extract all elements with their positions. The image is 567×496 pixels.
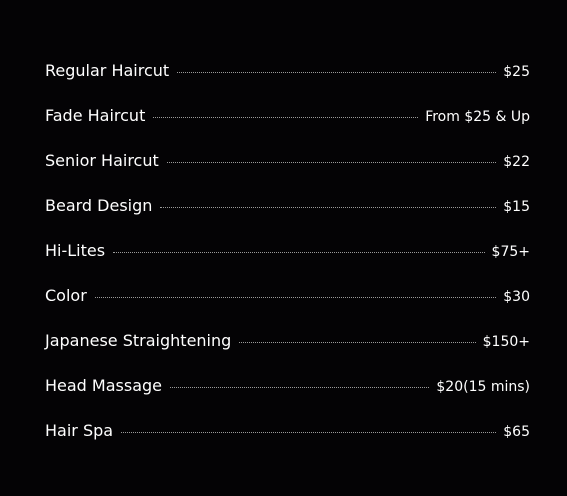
leader-dots bbox=[153, 116, 419, 118]
price-row-beard-design: Beard Design $15 bbox=[45, 183, 530, 228]
service-price: $15 bbox=[503, 199, 530, 215]
service-name: Japanese Straightening bbox=[45, 331, 232, 350]
service-name: Hair Spa bbox=[45, 421, 114, 440]
service-name: Head Massage bbox=[45, 376, 163, 395]
leader-dots bbox=[94, 296, 497, 298]
service-name: Regular Haircut bbox=[45, 61, 170, 80]
price-row-regular-haircut: Regular Haircut $25 bbox=[45, 48, 530, 93]
service-price: $22 bbox=[503, 154, 530, 170]
service-price: $75+ bbox=[491, 244, 530, 260]
price-row-japanese-straightening: Japanese Straightening $150+ bbox=[45, 318, 530, 363]
price-row-color: Color $30 bbox=[45, 273, 530, 318]
price-row-fade-haircut: Fade Haircut From $25 & Up bbox=[45, 93, 530, 138]
leader-dots bbox=[160, 206, 497, 208]
leader-dots bbox=[239, 341, 476, 343]
service-name: Hi-Lites bbox=[45, 241, 106, 260]
leader-dots bbox=[170, 386, 430, 388]
leader-dots bbox=[113, 251, 485, 253]
service-price: $150+ bbox=[482, 334, 530, 350]
price-row-head-massage: Head Massage $20(15 mins) bbox=[45, 363, 530, 408]
service-price-list: Regular Haircut $25 Fade Haircut From $2… bbox=[45, 48, 530, 453]
service-price: $65 bbox=[503, 424, 530, 440]
service-price: $20(15 mins) bbox=[436, 379, 530, 395]
leader-dots bbox=[121, 431, 497, 433]
price-row-hi-lites: Hi-Lites $75+ bbox=[45, 228, 530, 273]
leader-dots bbox=[166, 161, 497, 163]
price-row-hair-spa: Hair Spa $65 bbox=[45, 408, 530, 453]
service-name: Fade Haircut bbox=[45, 106, 146, 125]
service-price: $25 bbox=[503, 64, 530, 80]
service-name: Color bbox=[45, 286, 87, 305]
leader-dots bbox=[177, 71, 497, 73]
service-name: Beard Design bbox=[45, 196, 153, 215]
service-name: Senior Haircut bbox=[45, 151, 159, 170]
price-row-senior-haircut: Senior Haircut $22 bbox=[45, 138, 530, 183]
service-price: $30 bbox=[503, 289, 530, 305]
service-price: From $25 & Up bbox=[425, 109, 530, 125]
